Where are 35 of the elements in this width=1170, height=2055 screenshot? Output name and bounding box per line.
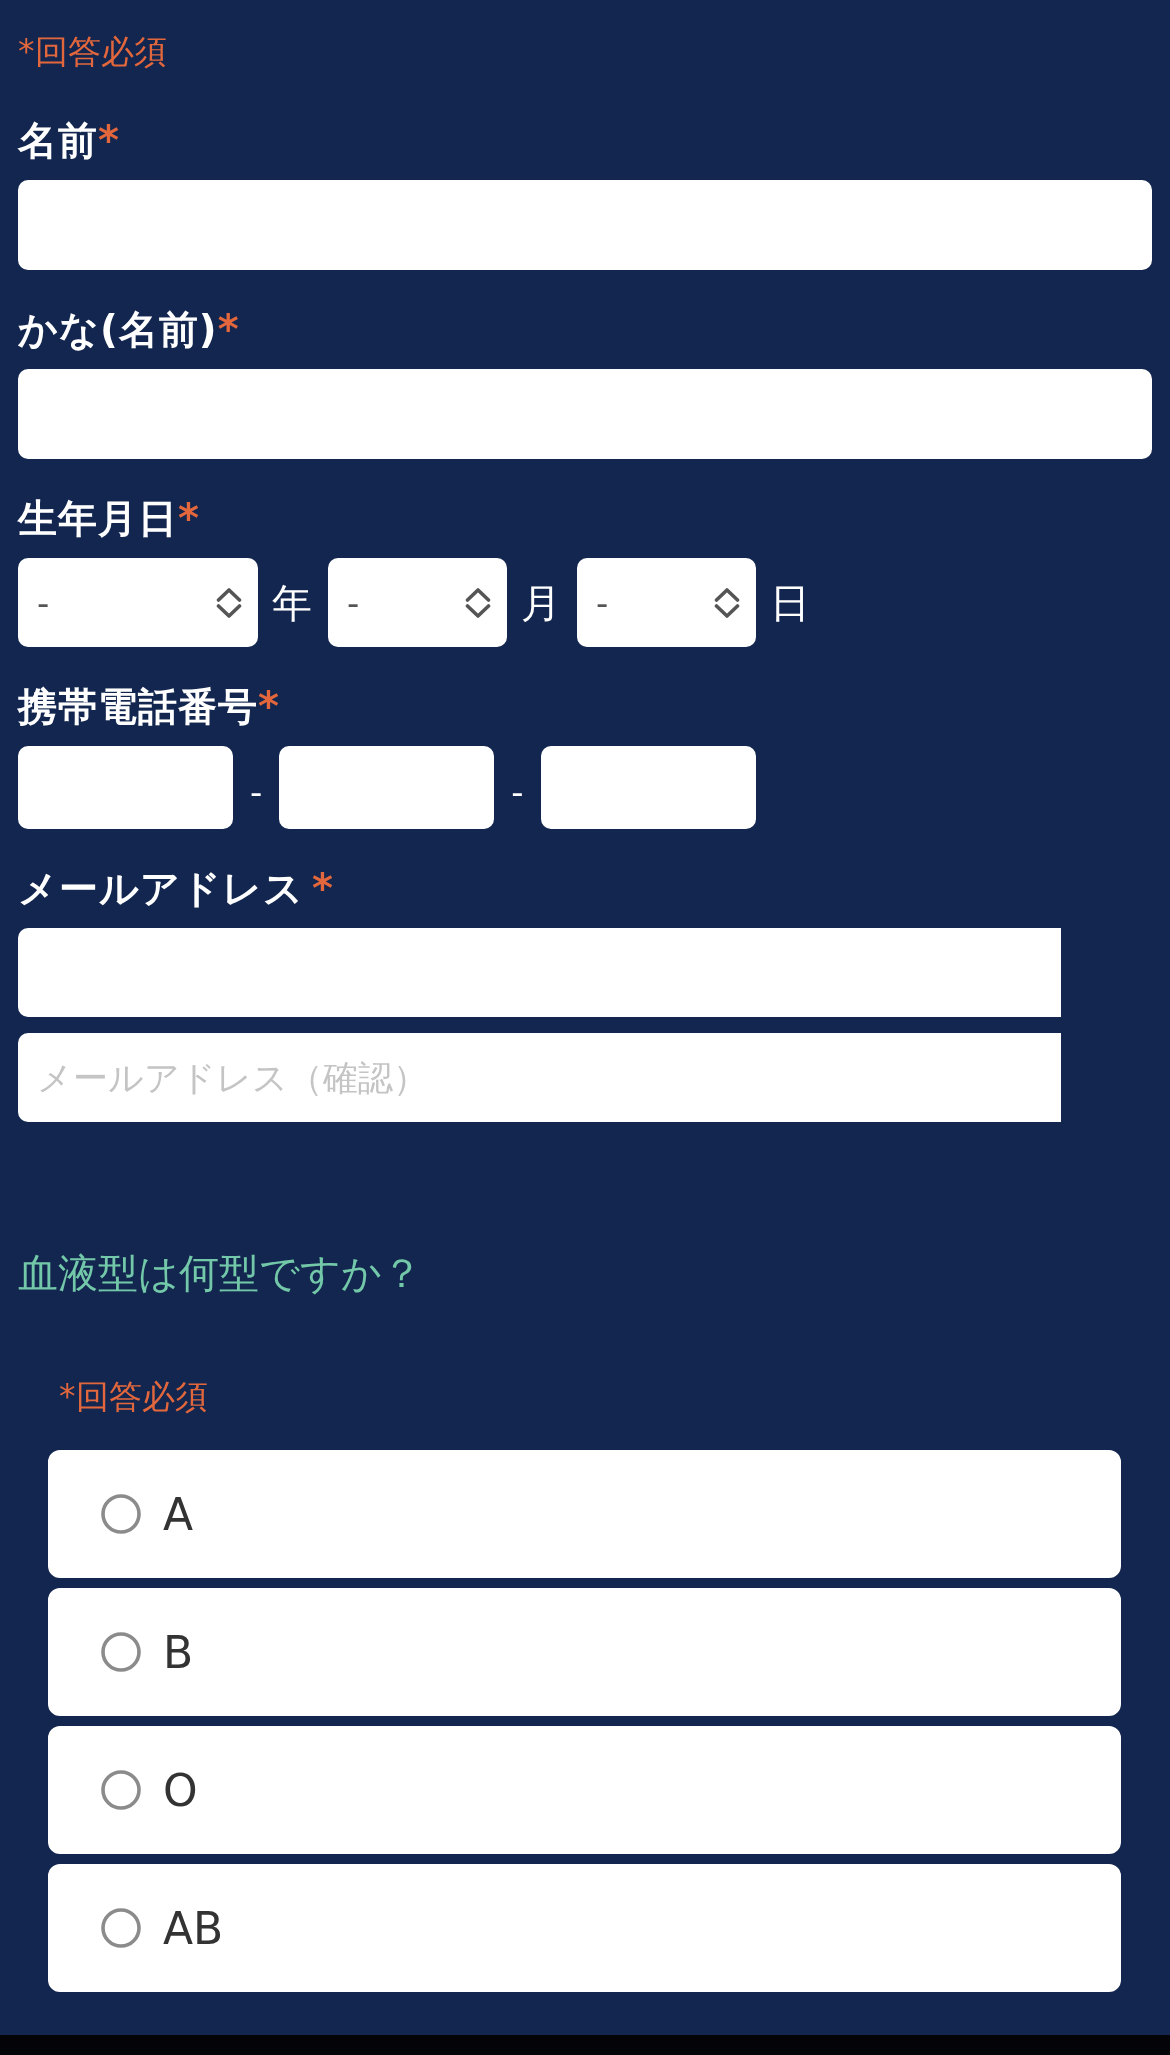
required-asterisk: * bbox=[312, 864, 333, 912]
required-note: *回答必須 bbox=[18, 32, 167, 72]
text-input-field[interactable] bbox=[18, 369, 1152, 459]
date-select[interactable]: - bbox=[328, 558, 507, 647]
radio-option[interactable]: B bbox=[48, 1588, 1121, 1716]
dash-separator: - bbox=[250, 771, 263, 812]
radio-option[interactable]: O bbox=[48, 1726, 1121, 1854]
field-label: 携帯電話番号 bbox=[18, 683, 258, 731]
chevron-updown-icon bbox=[465, 586, 491, 619]
required-asterisk: * bbox=[217, 305, 239, 353]
field-label: 生年月日 bbox=[18, 495, 178, 543]
date-select[interactable]: - bbox=[577, 558, 756, 647]
phone-input-field[interactable] bbox=[540, 746, 756, 829]
phone-input-field[interactable] bbox=[18, 746, 233, 829]
field-label: 名前 bbox=[18, 117, 98, 165]
required-note: *回答必須 bbox=[59, 1377, 208, 1417]
radio-option[interactable]: A bbox=[48, 1450, 1121, 1578]
date-select[interactable]: - bbox=[18, 558, 258, 647]
required-asterisk: * bbox=[98, 116, 119, 164]
chevron-updown-icon bbox=[714, 586, 740, 619]
email-input-field[interactable] bbox=[18, 928, 1061, 1017]
dash-separator: - bbox=[511, 771, 524, 812]
required-asterisk: * bbox=[258, 682, 279, 730]
text-input-field[interactable] bbox=[18, 180, 1152, 270]
email-input-field[interactable]: メールアドレス（確認） bbox=[18, 1033, 1061, 1122]
field-label: かな(名前) bbox=[18, 306, 218, 354]
field-label: メールアドレス bbox=[18, 865, 304, 913]
required-asterisk: * bbox=[178, 494, 199, 542]
phone-input-field[interactable] bbox=[279, 746, 495, 829]
date-unit-label: 年 bbox=[272, 578, 312, 627]
date-unit-label: 月 bbox=[521, 578, 561, 627]
chevron-updown-icon bbox=[216, 586, 242, 619]
radio-option[interactable]: AB bbox=[48, 1864, 1121, 1992]
date-unit-label: 日 bbox=[770, 578, 810, 627]
question-text: 血液型は何型ですか？ bbox=[18, 1249, 422, 1298]
